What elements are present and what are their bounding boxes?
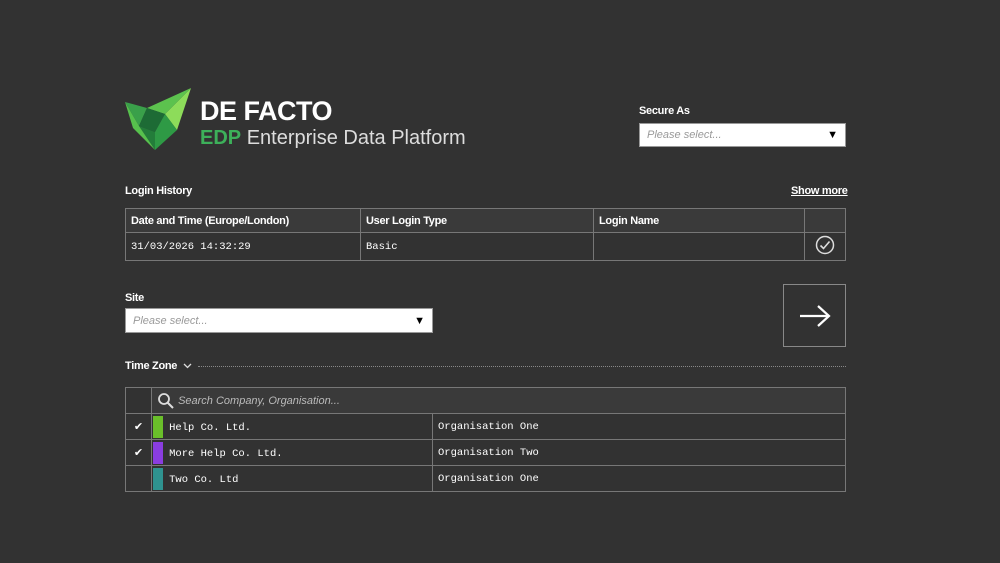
site-label: Site [125, 292, 144, 304]
company-cell: Help Co. Ltd. [151, 413, 433, 440]
time-zone-label: Time Zone [125, 360, 178, 372]
search-icon [158, 392, 174, 409]
table-header: Date and Time (Europe/London) User Login… [125, 208, 846, 233]
column-header: Date and Time (Europe/London) [125, 208, 361, 233]
organisation-name: Organisation One [432, 413, 846, 440]
column-header: User Login Type [360, 208, 594, 233]
brand-subtitle: EDP Enterprise Data Platform [200, 127, 466, 150]
login-name [593, 232, 805, 261]
login-datetime: 31/03/2026 14:32:29 [125, 232, 361, 261]
checkmark-icon: ✔ [133, 447, 144, 459]
secure-as-label: Secure As [639, 105, 690, 117]
select-all-cell[interactable] [125, 387, 152, 414]
chevron-down-icon [183, 363, 192, 369]
login-type: Basic [360, 232, 594, 261]
row-checkbox[interactable]: ✔ [125, 439, 152, 466]
divider [198, 365, 846, 367]
chevron-down-icon: ▼ [827, 129, 838, 141]
organisation-name: Organisation Two [432, 439, 846, 466]
brand-subtitle-text: Enterprise Data Platform [246, 127, 466, 149]
table-row[interactable]: Two Co. Ltd Organisation One [125, 465, 846, 492]
login-history-table: Date and Time (Europe/London) User Login… [125, 208, 846, 261]
company-search[interactable]: Search Company, Organisation... [151, 387, 846, 414]
company-name: More Help Co. Ltd. [169, 447, 283, 460]
table-row[interactable]: ✔ More Help Co. Ltd. Organisation Two [125, 439, 846, 466]
site-select[interactable]: Please select... ▼ [125, 308, 433, 333]
check-circle-icon [804, 232, 846, 261]
company-search-input[interactable]: Search Company, Organisation... [178, 394, 340, 406]
arrow-right-icon [799, 304, 831, 327]
company-name: Two Co. Ltd [169, 473, 239, 486]
time-zone-toggle[interactable]: Time Zone [125, 360, 846, 372]
show-more-link[interactable]: Show more [791, 185, 848, 197]
brand-edp: EDP [200, 127, 242, 149]
color-swatch [153, 415, 163, 438]
organisation-name: Organisation One [432, 465, 846, 492]
company-cell: Two Co. Ltd [151, 465, 433, 492]
chevron-down-icon: ▼ [414, 314, 425, 327]
login-history-title: Login History [125, 185, 192, 197]
row-checkbox[interactable]: ✔ [125, 413, 152, 440]
secure-as-placeholder: Please select... [647, 129, 722, 141]
color-swatch [153, 441, 163, 464]
checkmark-icon: ✔ [133, 421, 144, 433]
company-cell: More Help Co. Ltd. [151, 439, 433, 466]
column-header: Login Name [593, 208, 805, 233]
secure-as-select[interactable]: Please select... ▼ [639, 123, 846, 147]
site-placeholder: Please select... [133, 314, 208, 327]
row-checkbox[interactable] [125, 465, 152, 492]
continue-button[interactable] [783, 284, 846, 347]
company-table: Search Company, Organisation... ✔ Help C… [125, 387, 846, 492]
de-facto-logo-icon [125, 88, 191, 150]
table-row: 31/03/2026 14:32:29 Basic [125, 232, 846, 261]
company-name: Help Co. Ltd. [169, 421, 252, 434]
brand-name: DE FACTO [200, 96, 333, 126]
table-row[interactable]: ✔ Help Co. Ltd. Organisation One [125, 413, 846, 440]
color-swatch [153, 467, 163, 490]
column-header [804, 208, 846, 233]
